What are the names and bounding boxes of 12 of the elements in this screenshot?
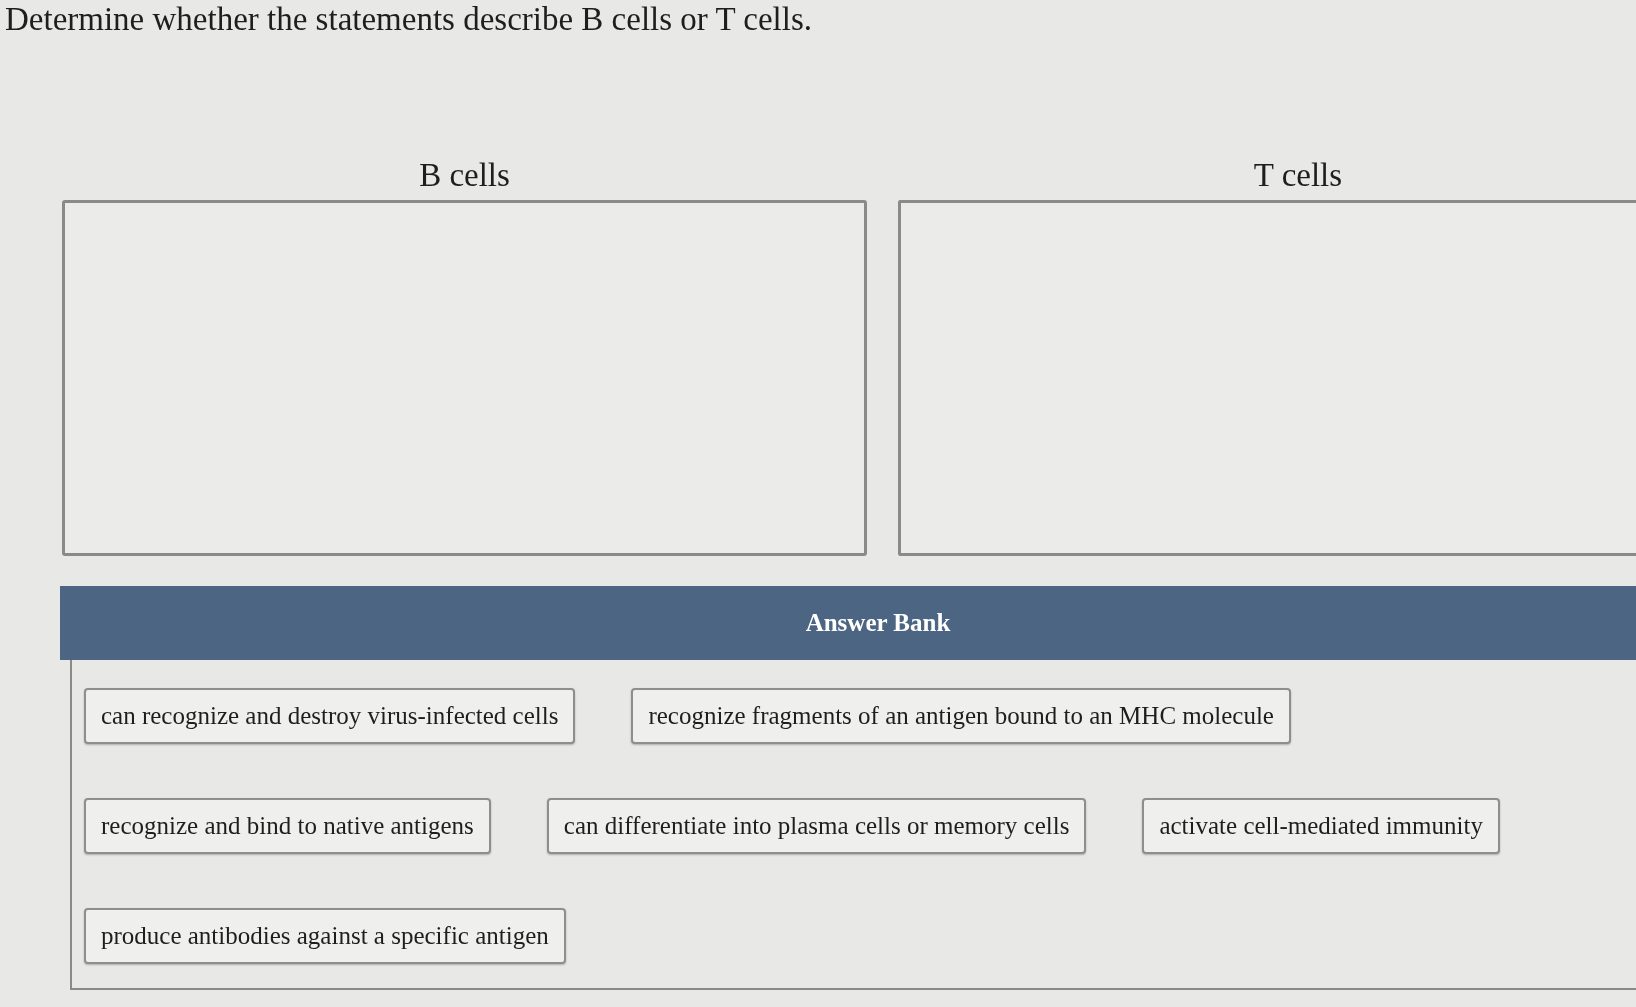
- answer-bank-title: Answer Bank: [805, 608, 951, 638]
- answer-chip[interactable]: activate cell-mediated immunity: [1142, 798, 1500, 854]
- answer-chip[interactable]: can differentiate into plasma cells or memory cells: [546, 798, 1087, 854]
- answer-chip[interactable]: produce antibodies against a specific antigen: [84, 908, 566, 964]
- answer-chip[interactable]: can recognize and destroy virus-infected cells: [84, 688, 576, 744]
- drop-zone[interactable]: [62, 200, 867, 556]
- answer-chip[interactable]: recognize fragments of an antigen bound to an MHC molecule: [631, 688, 1291, 744]
- category-label: T cells: [1253, 156, 1343, 195]
- question-text: Determine whether the statements describe B cells or T cells.: [5, 0, 813, 38]
- category-label: B cells: [419, 156, 510, 195]
- drop-zone[interactable]: [898, 200, 1636, 556]
- answer-chip[interactable]: recognize and bind to native antigens: [84, 798, 491, 854]
